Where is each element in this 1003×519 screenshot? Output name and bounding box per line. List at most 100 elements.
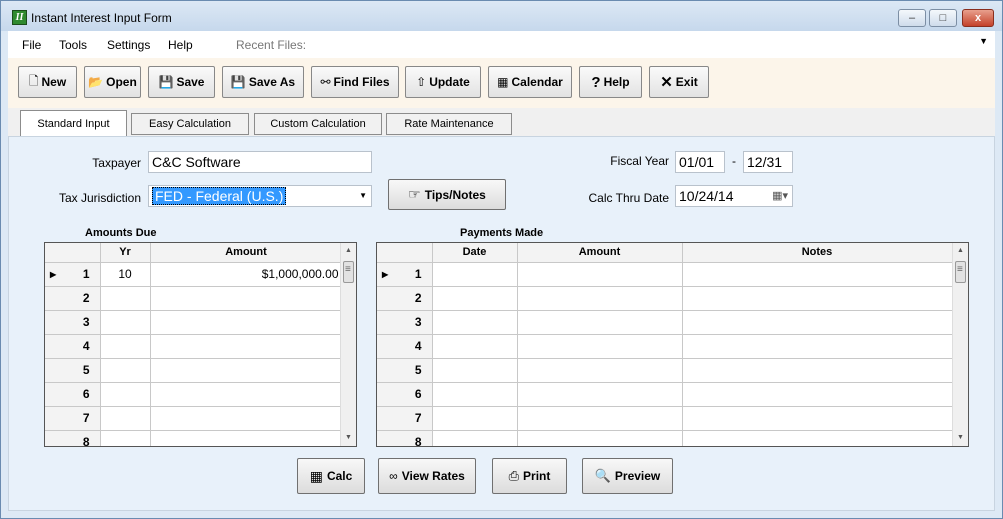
column-header-notes[interactable]: Notes [682, 243, 953, 263]
view-rates-button[interactable]: ∞ View Rates [378, 458, 476, 494]
row-header[interactable]: 4 [45, 334, 101, 359]
row-header[interactable]: 5 [377, 358, 433, 383]
date-cell[interactable] [432, 358, 518, 383]
calendar-button[interactable]: ▦ Calendar [488, 66, 572, 98]
table-row[interactable]: 4 [45, 334, 343, 359]
scroll-up-arrow-icon[interactable]: ▲ [953, 243, 968, 259]
row-header[interactable]: 8 [45, 430, 101, 446]
scroll-thumb[interactable] [955, 261, 966, 283]
amount-cell[interactable] [517, 334, 683, 359]
amount-cell[interactable] [150, 334, 343, 359]
notes-cell[interactable] [682, 262, 953, 287]
table-row[interactable]: 3 [377, 310, 953, 335]
row-header[interactable]: 7 [377, 406, 433, 431]
tax-jurisdiction-select[interactable]: FED - Federal (U.S.) ▼ [148, 185, 372, 207]
help-button[interactable]: ? Help [579, 66, 642, 98]
amounts-due-grid[interactable]: Yr Amount ▶ 1 10 $1,000,000.00 2 3 4 5 6 … [44, 242, 357, 447]
row-header[interactable]: 2 [377, 286, 433, 311]
amount-cell[interactable] [517, 310, 683, 335]
date-cell[interactable] [432, 310, 518, 335]
table-row[interactable]: 6 [45, 382, 343, 407]
column-header-date[interactable]: Date [432, 243, 518, 263]
menu-settings[interactable]: Settings [107, 38, 150, 52]
scroll-down-arrow-icon[interactable]: ▼ [953, 430, 968, 446]
date-cell[interactable] [432, 430, 518, 446]
save-as-button[interactable]: 💾 Save As [222, 66, 304, 98]
amount-cell[interactable] [517, 382, 683, 407]
table-row[interactable]: ▶ 1 [377, 262, 953, 287]
scroll-up-arrow-icon[interactable]: ▲ [341, 243, 356, 259]
row-header[interactable]: ▶ 1 [45, 262, 101, 287]
payments-made-grid[interactable]: Date Amount Notes ▶ 1 2 3 4 5 6 7 8 ▲ ≡ … [376, 242, 969, 447]
amount-cell[interactable] [150, 382, 343, 407]
row-header[interactable]: 5 [45, 358, 101, 383]
new-button[interactable]: 🗋 New [18, 66, 77, 98]
taxpayer-input[interactable]: C&C Software [148, 151, 372, 173]
tab-custom-calculation[interactable]: Custom Calculation [254, 113, 382, 135]
notes-cell[interactable] [682, 406, 953, 431]
save-button[interactable]: 💾 Save [148, 66, 215, 98]
yr-cell[interactable] [100, 406, 151, 431]
maximize-button[interactable]: □ [929, 9, 957, 27]
recent-files-dropdown[interactable]: ▼ [308, 33, 993, 55]
notes-cell[interactable] [682, 382, 953, 407]
yr-cell[interactable] [100, 334, 151, 359]
fiscal-year-start-input[interactable]: 01/01 [675, 151, 725, 173]
amount-cell[interactable] [517, 262, 683, 287]
table-row[interactable]: 4 [377, 334, 953, 359]
amount-cell[interactable]: $1,000,000.00 [150, 262, 343, 287]
yr-cell[interactable]: 10 [100, 262, 151, 287]
calc-thru-date-picker[interactable]: 10/24/14 ▦▾ [675, 185, 793, 207]
table-row[interactable]: 8 [377, 430, 953, 446]
yr-cell[interactable] [100, 430, 151, 446]
row-header[interactable]: 8 [377, 430, 433, 446]
row-header[interactable]: ▶ 1 [377, 262, 433, 287]
fiscal-year-end-input[interactable]: 12/31 [743, 151, 793, 173]
notes-cell[interactable] [682, 334, 953, 359]
table-row[interactable]: 3 [45, 310, 343, 335]
notes-cell[interactable] [682, 286, 953, 311]
table-row[interactable]: 6 [377, 382, 953, 407]
column-header-yr[interactable]: Yr [100, 243, 151, 263]
yr-cell[interactable] [100, 382, 151, 407]
exit-button[interactable]: ✕ Exit [649, 66, 709, 98]
date-cell[interactable] [432, 382, 518, 407]
row-header[interactable]: 4 [377, 334, 433, 359]
calc-button[interactable]: ▦ Calc [297, 458, 365, 494]
table-row[interactable]: 7 [377, 406, 953, 431]
amount-cell[interactable] [150, 310, 343, 335]
open-button[interactable]: 📂 Open [84, 66, 141, 98]
row-header[interactable]: 7 [45, 406, 101, 431]
amount-cell[interactable] [517, 286, 683, 311]
amounts-due-scrollbar[interactable]: ▲ ▼ [340, 243, 356, 446]
amount-cell[interactable] [150, 430, 343, 446]
table-row[interactable]: 7 [45, 406, 343, 431]
update-button[interactable]: ⇧ Update [405, 66, 481, 98]
row-header[interactable]: 3 [45, 310, 101, 335]
date-cell[interactable] [432, 334, 518, 359]
table-row[interactable]: 5 [377, 358, 953, 383]
amount-cell[interactable] [150, 358, 343, 383]
find-files-button[interactable]: ⚯ Find Files [311, 66, 399, 98]
date-cell[interactable] [432, 262, 518, 287]
table-row[interactable]: 2 [45, 286, 343, 311]
yr-cell[interactable] [100, 286, 151, 311]
print-button[interactable]: ⎙ Print [492, 458, 567, 494]
notes-cell[interactable] [682, 430, 953, 446]
table-row[interactable]: ▶ 1 10 $1,000,000.00 [45, 262, 343, 287]
close-window-button[interactable]: x [962, 9, 994, 27]
amount-cell[interactable] [517, 358, 683, 383]
table-row[interactable]: 8 [45, 430, 343, 446]
payments-made-scrollbar[interactable]: ▲ ▼ [952, 243, 968, 446]
table-row[interactable]: 2 [377, 286, 953, 311]
table-row[interactable]: 5 [45, 358, 343, 383]
tab-easy-calculation[interactable]: Easy Calculation [131, 113, 249, 135]
amount-cell[interactable] [517, 430, 683, 446]
notes-cell[interactable] [682, 358, 953, 383]
notes-cell[interactable] [682, 310, 953, 335]
amount-cell[interactable] [517, 406, 683, 431]
tips-notes-button[interactable]: ☞ Tips/Notes [388, 179, 506, 210]
tab-standard-input[interactable]: Standard Input [20, 110, 127, 136]
date-cell[interactable] [432, 286, 518, 311]
row-header[interactable]: 2 [45, 286, 101, 311]
